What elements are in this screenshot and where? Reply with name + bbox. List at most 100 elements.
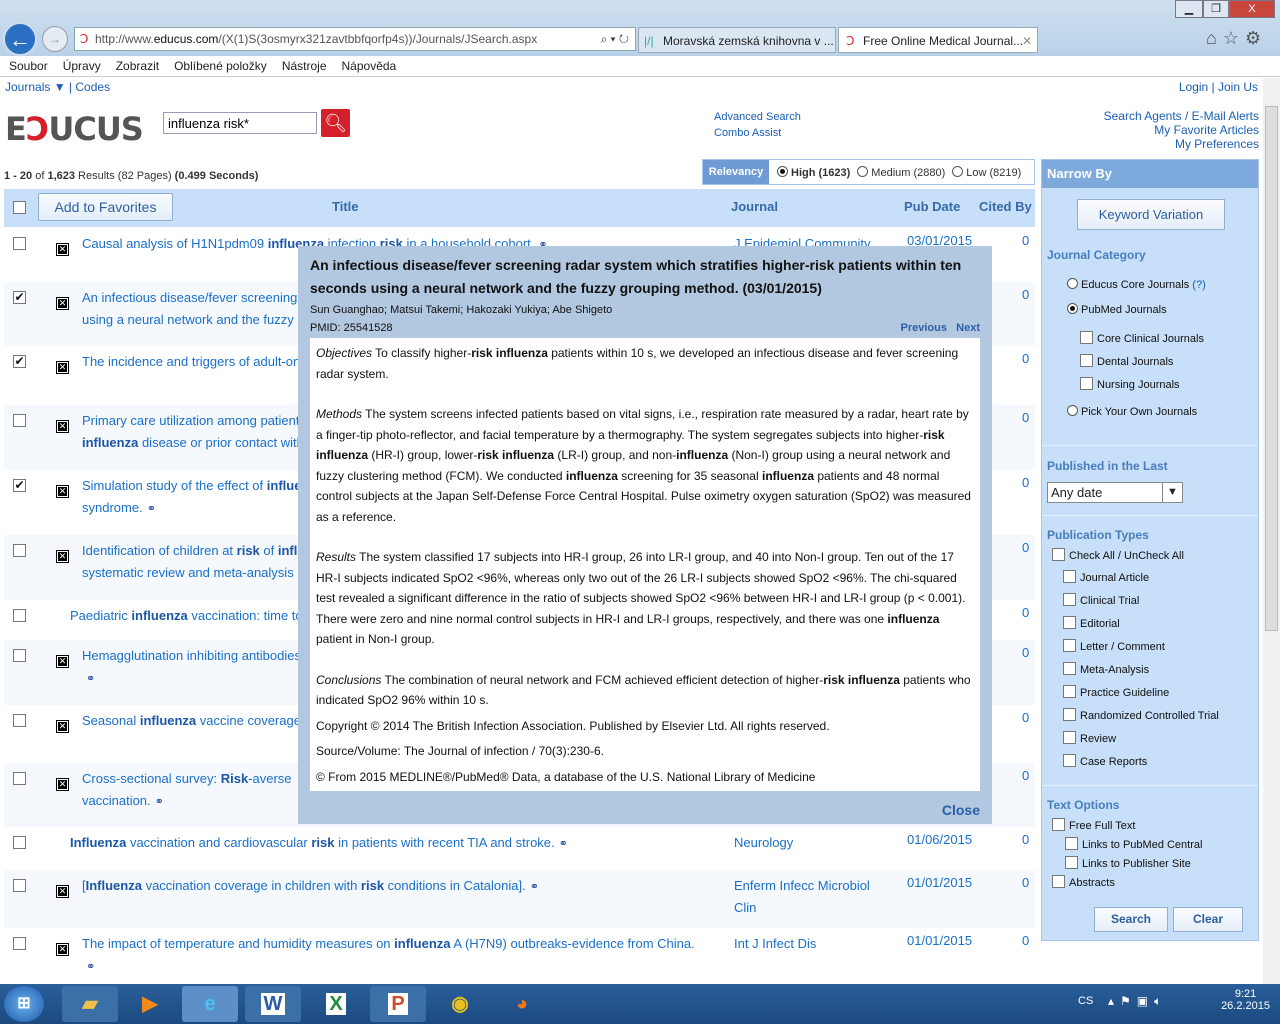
free-full-text-checkbox[interactable]: Free Full Text (1052, 818, 1135, 832)
abstract-icon[interactable]: ✕ (56, 943, 69, 956)
help-link[interactable]: (?) (1192, 279, 1205, 291)
codes-link[interactable]: Codes (75, 80, 110, 94)
date-range-select[interactable]: Any date ▼ (1047, 482, 1183, 503)
check-all-checkbox[interactable]: Check All / UnCheck All (1052, 548, 1184, 562)
link-icon[interactable]: ⚭ (530, 881, 539, 893)
cited-by-count[interactable]: 0 (1022, 875, 1029, 890)
home-star-gear-icons[interactable]: ⌂☆⚙ (1206, 28, 1267, 49)
publication-type-checkbox[interactable]: Journal Article (1063, 570, 1149, 584)
start-button[interactable]: ⊞ (4, 986, 44, 1022)
row-checkbox[interactable] (13, 772, 26, 785)
pubmed-journals-radio[interactable]: PubMed Journals (1067, 303, 1167, 316)
educus-core-radio[interactable]: Educus Core Journals (?) (1067, 278, 1206, 291)
narrow-search-button[interactable]: Search (1094, 907, 1168, 932)
next-link[interactable]: Next (956, 322, 980, 334)
close-tab-icon[interactable]: ✕ (1022, 28, 1032, 52)
abstract-icon[interactable]: ✕ (56, 420, 69, 433)
journal-link[interactable]: Enferm Infecc Microbiol Clin (734, 875, 894, 919)
cited-by-count[interactable]: 0 (1022, 605, 1029, 620)
journal-link[interactable]: Int J Infect Dis (734, 933, 894, 955)
journal-subset-checkbox[interactable]: Nursing Journals (1080, 377, 1180, 391)
forward-button[interactable]: → (42, 26, 68, 52)
abstract-icon[interactable]: ✕ (56, 485, 69, 498)
publication-type-checkbox[interactable]: Editorial (1063, 616, 1120, 630)
journals-link[interactable]: Journals ▼ (5, 80, 66, 94)
word-icon[interactable]: W (245, 986, 301, 1022)
column-journal[interactable]: Journal (731, 199, 778, 214)
restore-button[interactable]: ❐ (1203, 0, 1229, 18)
link-icon[interactable]: ⚭ (155, 796, 164, 808)
publication-type-checkbox[interactable]: Case Reports (1063, 754, 1147, 768)
search-button[interactable]: 🔍︎ (321, 109, 350, 137)
chrome-icon[interactable]: ◉ (432, 986, 488, 1022)
cited-by-count[interactable]: 0 (1022, 233, 1029, 248)
abstracts-checkbox[interactable]: Abstracts (1052, 875, 1115, 889)
relevancy-option[interactable]: Low (8219) (952, 166, 1021, 179)
abstract-icon[interactable]: ✕ (56, 297, 69, 310)
menu-nastroje[interactable]: Nástroje (273, 56, 333, 73)
clock[interactable]: 9:21 26.2.2015 (1221, 988, 1270, 1012)
row-checkbox[interactable] (13, 649, 26, 662)
publication-type-checkbox[interactable]: Randomized Controlled Trial (1063, 708, 1219, 722)
media-player-icon[interactable]: ▶ (122, 986, 178, 1022)
menu-zobrazit[interactable]: Zobrazit (107, 56, 165, 73)
cited-by-count[interactable]: 0 (1022, 645, 1029, 660)
cited-by-count[interactable]: 0 (1022, 540, 1029, 555)
select-all-checkbox[interactable] (13, 201, 26, 214)
row-checkbox[interactable]: ✔ (13, 355, 26, 368)
publication-type-checkbox[interactable]: Letter / Comment (1063, 639, 1165, 653)
row-checkbox[interactable] (13, 544, 26, 557)
add-to-favorites-button[interactable]: Add to Favorites (38, 193, 173, 221)
cited-by-count[interactable]: 0 (1022, 768, 1029, 783)
language-indicator[interactable]: CS (1078, 995, 1093, 1007)
row-checkbox[interactable]: ✔ (13, 291, 26, 304)
internet-explorer-icon[interactable]: e (182, 986, 238, 1022)
close-popup-button[interactable]: Close (942, 802, 980, 818)
search-agents-link[interactable]: Search Agents / E-Mail Alerts (1104, 109, 1259, 123)
address-bar[interactable]: Ↄhttp://www.educus.com/(X(1)S(3osmyrx321… (74, 27, 636, 51)
row-checkbox[interactable] (13, 714, 26, 727)
close-window-button[interactable]: X (1229, 0, 1275, 18)
preferences-link[interactable]: My Preferences (1104, 137, 1259, 151)
combo-assist-link[interactable]: Combo Assist (714, 127, 781, 139)
menu-oblibene[interactable]: Oblíbené položky (165, 56, 273, 73)
join-link[interactable]: Join Us (1218, 80, 1258, 94)
clear-button[interactable]: Clear (1173, 907, 1243, 932)
row-checkbox[interactable] (13, 836, 26, 849)
cited-by-count[interactable]: 0 (1022, 287, 1029, 302)
row-checkbox[interactable] (13, 609, 26, 622)
publication-type-checkbox[interactable]: Review (1063, 731, 1116, 745)
cited-by-count[interactable]: 0 (1022, 410, 1029, 425)
relevancy-option[interactable]: Medium (2880) (857, 166, 945, 179)
tab-moravska[interactable]: |/| Moravská zemská knihovna v ... (638, 27, 836, 53)
tray-icons[interactable]: ▴⚑▣🔈︎ (1108, 994, 1167, 1009)
publication-type-checkbox[interactable]: Practice Guideline (1063, 685, 1169, 699)
journal-subset-checkbox[interactable]: Core Clinical Journals (1080, 331, 1204, 345)
cited-by-count[interactable]: 0 (1022, 710, 1029, 725)
abstract-icon[interactable]: ✕ (56, 243, 69, 256)
article-title-link[interactable]: The impact of temperature and humidity m… (82, 933, 722, 978)
pick-own-journals-radio[interactable]: Pick Your Own Journals (1067, 405, 1197, 418)
search-input[interactable] (163, 112, 317, 134)
row-checkbox[interactable] (13, 937, 26, 950)
abstract-icon[interactable]: ✕ (56, 361, 69, 374)
journal-link[interactable]: Neurology (734, 832, 894, 854)
publisher-links-checkbox[interactable]: Links to Publisher Site (1065, 856, 1191, 870)
back-button[interactable]: ← (3, 22, 37, 56)
cited-by-count[interactable]: 0 (1022, 475, 1029, 490)
keyword-variation-button[interactable]: Keyword Variation (1077, 199, 1225, 230)
firefox-icon[interactable]: ◕ (494, 986, 550, 1022)
publication-type-checkbox[interactable]: Meta-Analysis (1063, 662, 1149, 676)
row-checkbox[interactable]: ✔ (13, 479, 26, 492)
link-icon[interactable]: ⚭ (559, 838, 568, 850)
abstract-icon[interactable]: ✕ (56, 778, 69, 791)
menu-soubor[interactable]: Soubor (0, 56, 54, 73)
article-title-link[interactable]: [Influenza vaccination coverage in child… (82, 875, 722, 898)
cited-by-count[interactable]: 0 (1022, 933, 1029, 948)
explorer-icon[interactable]: ▰ (62, 986, 118, 1022)
excel-icon[interactable]: X (308, 986, 364, 1022)
link-icon[interactable]: ⚭ (86, 961, 95, 973)
link-icon[interactable]: ⚭ (147, 503, 156, 515)
powerpoint-icon[interactable]: P (370, 986, 426, 1022)
favorite-articles-link[interactable]: My Favorite Articles (1104, 123, 1259, 137)
